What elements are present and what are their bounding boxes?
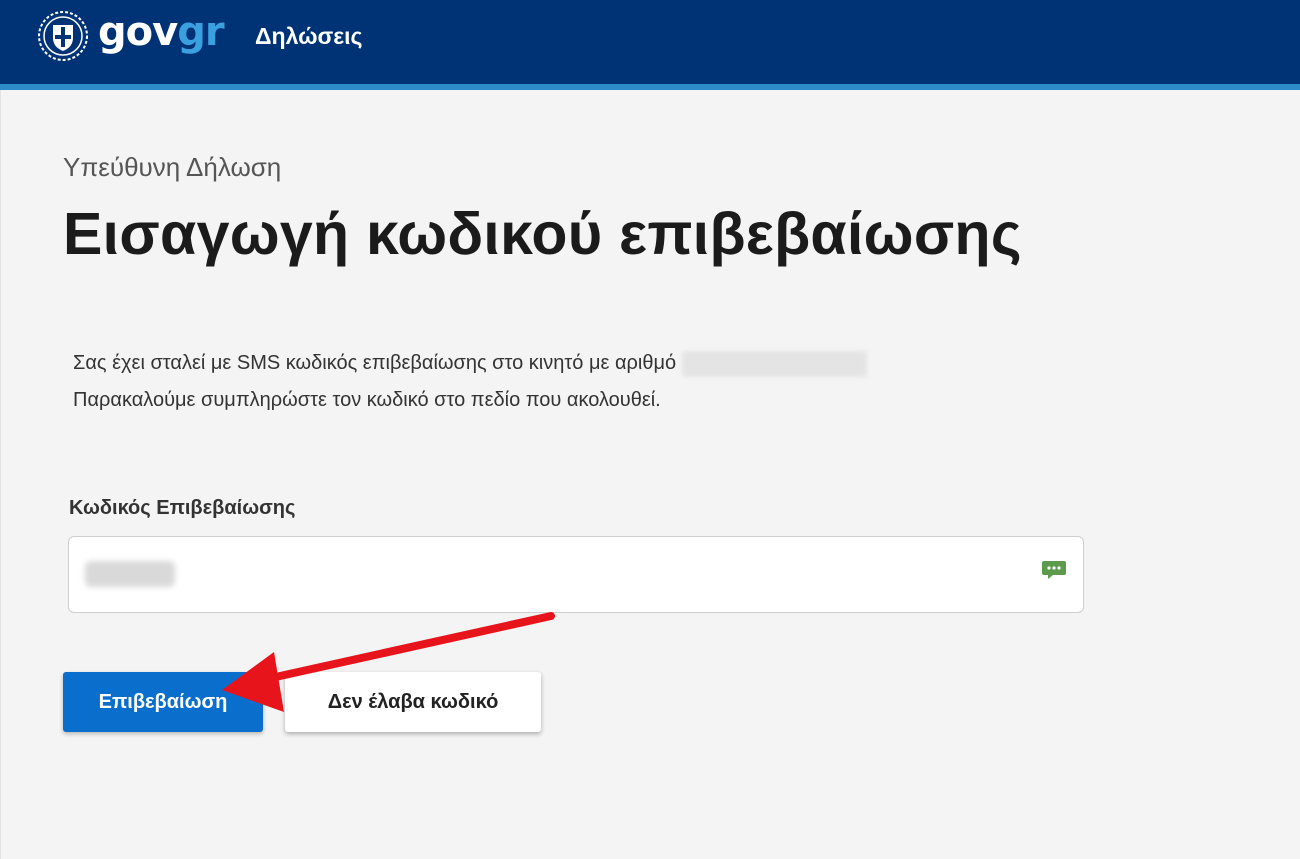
logo-gr-text: gr — [177, 9, 224, 55]
redacted-phone-number — [682, 350, 868, 377]
code-field-label: Κωδικός Επιβεβαίωσης — [69, 497, 296, 519]
sms-icon — [1042, 561, 1066, 579]
confirm-button[interactable]: Επιβεβαίωση — [63, 672, 263, 732]
description-line-1: Σας έχει σταλεί με SMS κωδικός επιβεβαίω… — [73, 345, 868, 382]
top-header: govgr Δηλώσεις — [0, 0, 1300, 84]
greek-emblem-icon[interactable] — [37, 10, 89, 62]
description-text: Σας έχει σταλεί με SMS κωδικός επιβεβαίω… — [73, 345, 868, 419]
page-title: Εισαγωγή κωδικού επιβεβαίωσης — [63, 201, 1022, 267]
main-content: Υπεύθυνη Δήλωση Εισαγωγή κωδικού επιβεβα… — [0, 90, 1300, 859]
redacted-code-value — [85, 561, 175, 587]
header-title-link[interactable]: Δηλώσεις — [255, 20, 363, 52]
resend-code-button[interactable]: Δεν έλαβα κωδικό — [285, 672, 541, 732]
logo-gov-text: gov — [98, 9, 178, 55]
description-line-2: Παρακαλούμε συμπληρώστε τον κωδικό στο π… — [73, 389, 661, 411]
confirmation-code-input[interactable] — [68, 536, 1084, 613]
page-caption: Υπεύθυνη Δήλωση — [63, 152, 282, 182]
govgr-logo[interactable]: govgr — [98, 6, 225, 58]
description-line-1-text: Σας έχει σταλεί με SMS κωδικός επιβεβαίω… — [73, 352, 677, 374]
